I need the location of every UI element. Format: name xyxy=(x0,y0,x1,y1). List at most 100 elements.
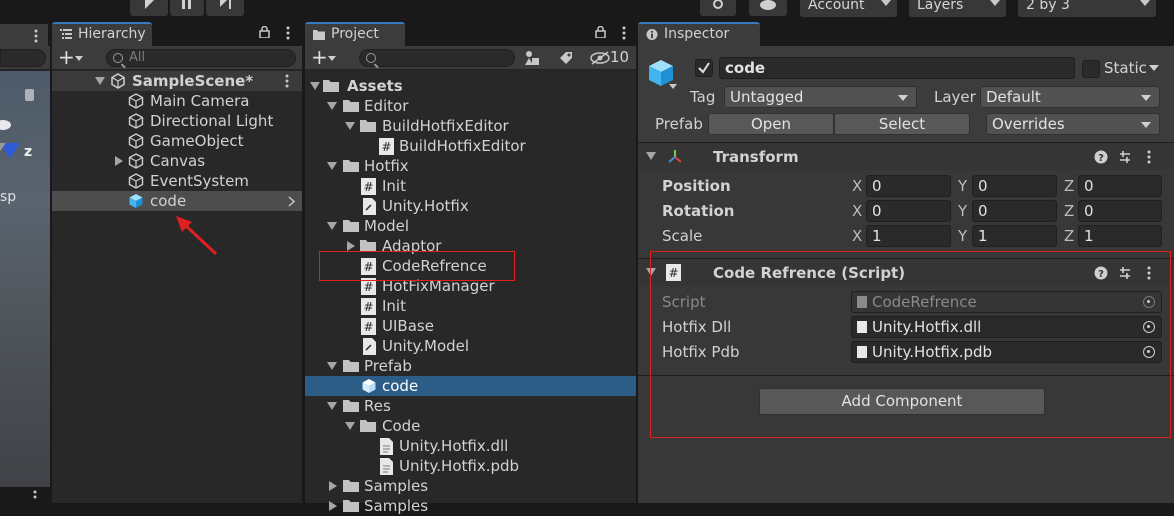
prefab-select-button[interactable]: Select xyxy=(834,113,970,135)
position-x-field[interactable]: 0 xyxy=(866,175,951,197)
project-item[interactable]: Samples xyxy=(305,476,636,496)
object-name-input[interactable]: code xyxy=(719,57,1075,79)
hierarchy-item[interactable]: Canvas xyxy=(52,151,302,171)
fold-open-icon[interactable] xyxy=(327,102,337,110)
scene-tab[interactable] xyxy=(0,24,48,46)
overrides-dropdown[interactable]: Overrides xyxy=(986,113,1160,135)
static-dropdown-arrow[interactable] xyxy=(1149,65,1159,71)
menu-icon[interactable] xyxy=(617,26,631,40)
project-item[interactable]: # Init xyxy=(305,176,636,196)
tag-dropdown[interactable]: Untagged xyxy=(724,86,917,108)
project-item[interactable]: Assets xyxy=(305,76,636,96)
tab-project[interactable]: Project xyxy=(305,22,405,46)
help-icon[interactable]: ? xyxy=(1094,150,1108,164)
project-item[interactable]: Samples xyxy=(305,496,636,516)
project-item[interactable]: BuildHotfixEditor xyxy=(305,116,636,136)
fold-closed-icon[interactable] xyxy=(347,241,355,251)
services-button[interactable] xyxy=(700,0,736,16)
project-item-selected[interactable]: code xyxy=(305,376,636,396)
scene-search-input[interactable] xyxy=(0,49,46,67)
axis-z-label[interactable]: Z xyxy=(1064,202,1074,220)
project-item[interactable]: Unity.Hotfix.pdb xyxy=(305,456,636,476)
hierarchy-item[interactable]: Directional Light xyxy=(52,111,302,131)
layout-dropdown[interactable]: 2 by 3 xyxy=(1018,0,1156,17)
menu-icon[interactable] xyxy=(281,26,295,40)
rotation-y-field[interactable]: 0 xyxy=(972,200,1057,222)
menu-icon[interactable] xyxy=(1144,150,1154,164)
axis-x-label[interactable]: X xyxy=(852,202,862,220)
axis-z-label[interactable]: Z xyxy=(1064,227,1074,245)
lock-icon[interactable] xyxy=(595,26,606,38)
project-item[interactable]: # Init xyxy=(305,296,636,316)
scale-y-field[interactable]: 1 xyxy=(972,225,1057,247)
account-dropdown[interactable]: Account xyxy=(800,0,897,17)
axis-z-label[interactable]: Z xyxy=(1064,177,1074,195)
fold-open-icon[interactable] xyxy=(646,152,656,160)
play-button[interactable] xyxy=(130,0,168,16)
position-y-field[interactable]: 0 xyxy=(972,175,1057,197)
search-by-type-icon[interactable] xyxy=(524,50,540,66)
project-item[interactable]: Prefab xyxy=(305,356,636,376)
transform-header[interactable]: Transform ? xyxy=(638,142,1174,170)
inspector-panel[interactable]: Inspector code Static Tag Untagged Layer… xyxy=(638,22,1174,503)
scale-z-field[interactable]: 1 xyxy=(1078,225,1162,247)
axis-x-label[interactable]: X xyxy=(852,177,862,195)
scene-viewport[interactable]: z sp xyxy=(0,71,50,503)
scale-x-field[interactable]: 1 xyxy=(866,225,951,247)
tab-hierarchy[interactable]: Hierarchy xyxy=(52,22,152,46)
step-button[interactable] xyxy=(206,0,244,16)
scene-view-panel[interactable]: z sp xyxy=(0,22,50,503)
project-item[interactable]: # UIBase xyxy=(305,316,636,336)
project-item[interactable]: Code xyxy=(305,416,636,436)
position-z-field[interactable]: 0 xyxy=(1078,175,1162,197)
fold-open-icon[interactable] xyxy=(327,162,337,170)
fold-closed-icon[interactable] xyxy=(329,481,337,491)
hierarchy-panel[interactable]: Hierarchy + All SampleScene* Main Camera… xyxy=(52,22,302,503)
hierarchy-item-selected[interactable]: code xyxy=(52,191,302,211)
static-checkbox[interactable] xyxy=(1082,60,1100,78)
hierarchy-search-input[interactable]: All xyxy=(106,49,296,67)
fold-open-icon[interactable] xyxy=(95,77,105,85)
project-item[interactable]: Unity.Hotfix.dll xyxy=(305,436,636,456)
pause-button[interactable] xyxy=(170,0,204,16)
tab-inspector[interactable]: Inspector xyxy=(638,22,760,46)
hierarchy-item[interactable]: Main Camera xyxy=(52,91,302,111)
scene-row[interactable]: SampleScene* xyxy=(52,71,302,91)
axis-x-label[interactable]: X xyxy=(852,227,862,245)
rotation-z-field[interactable]: 0 xyxy=(1078,200,1162,222)
prefab-open-button[interactable]: Open xyxy=(708,113,834,135)
chevron-right-icon[interactable] xyxy=(288,196,296,207)
project-item[interactable]: Model xyxy=(305,216,636,236)
layers-dropdown[interactable]: Layers xyxy=(909,0,1006,17)
project-panel[interactable]: Project + 10 Assets Editor BuildHotfixEd… xyxy=(305,22,636,515)
fold-open-icon[interactable] xyxy=(327,362,337,370)
fold-open-icon[interactable] xyxy=(310,82,320,90)
fold-open-icon[interactable] xyxy=(327,222,337,230)
hierarchy-item[interactable]: GameObject xyxy=(52,131,302,151)
fold-open-icon[interactable] xyxy=(345,422,355,430)
menu-icon[interactable] xyxy=(282,74,292,88)
create-button[interactable]: + xyxy=(58,47,86,67)
project-search-input[interactable] xyxy=(359,49,515,67)
axis-y-label[interactable]: Y xyxy=(958,227,967,245)
project-item[interactable]: Editor xyxy=(305,96,636,116)
project-item[interactable]: Unity.Hotfix xyxy=(305,196,636,216)
lock-icon[interactable] xyxy=(259,26,270,38)
fold-open-icon[interactable] xyxy=(345,122,355,130)
project-item[interactable]: Res xyxy=(305,396,636,416)
collab-button[interactable] xyxy=(749,0,787,16)
fold-closed-icon[interactable] xyxy=(115,156,123,166)
axis-y-label[interactable]: Y xyxy=(958,177,967,195)
project-item[interactable]: Hotfix xyxy=(305,156,636,176)
hidden-packages-icon[interactable] xyxy=(590,50,612,66)
active-checkbox[interactable] xyxy=(695,59,713,77)
presets-icon[interactable] xyxy=(1118,150,1132,164)
project-item[interactable]: Unity.Model xyxy=(305,336,636,356)
axis-y-label[interactable]: Y xyxy=(958,202,967,220)
project-item[interactable]: # BuildHotfixEditor xyxy=(305,136,636,156)
label-tag-icon[interactable] xyxy=(558,50,574,66)
fold-open-icon[interactable] xyxy=(327,402,337,410)
rotation-x-field[interactable]: 0 xyxy=(866,200,951,222)
hierarchy-item[interactable]: EventSystem xyxy=(52,171,302,191)
create-button[interactable]: + xyxy=(311,47,339,67)
